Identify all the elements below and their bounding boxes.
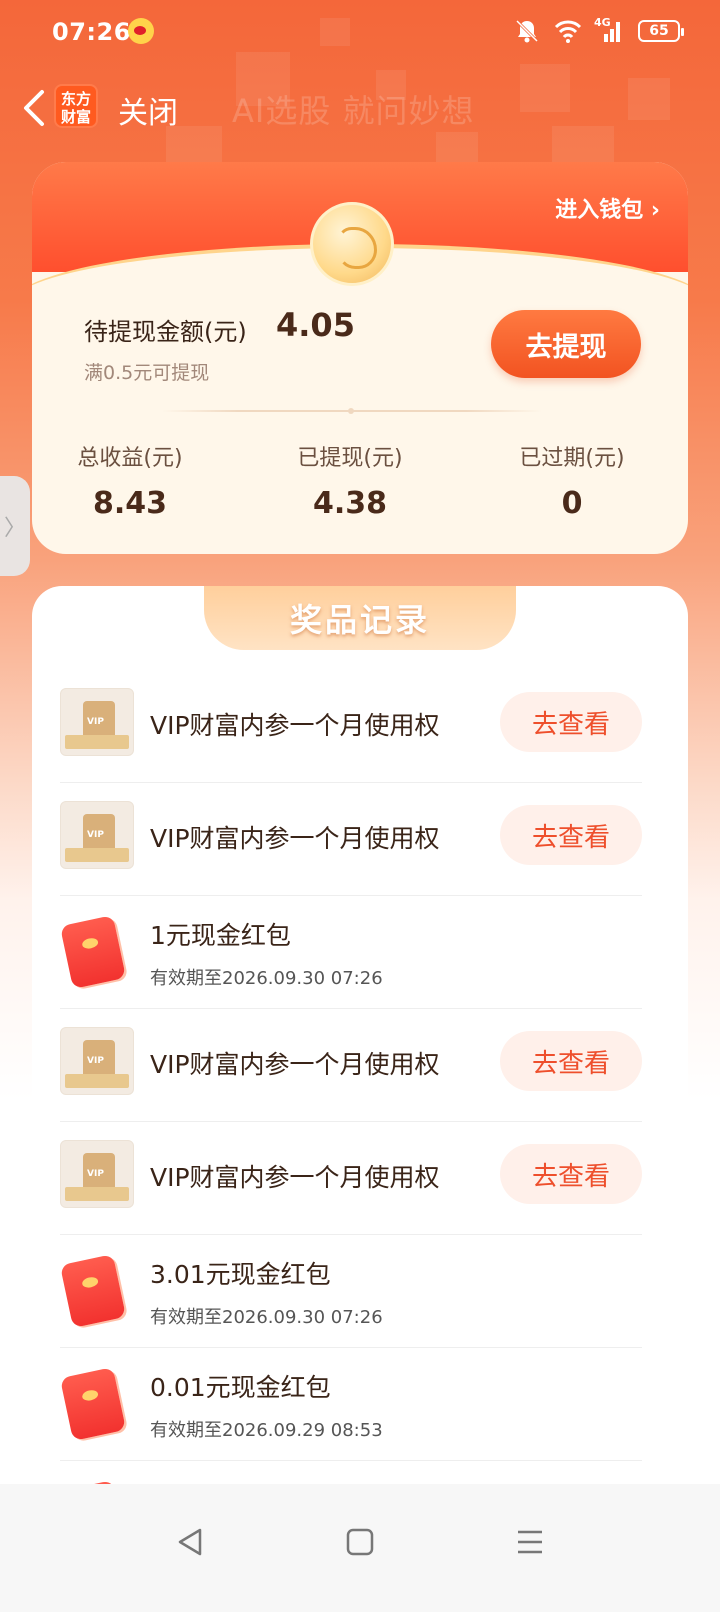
back-button[interactable]	[18, 88, 52, 128]
prize-expiry: 有效期至2026.09.29 08:53	[150, 1420, 383, 1441]
app-logo: 东方财富	[54, 84, 98, 128]
prize-row: 3.01元现金红包 有效期至2026.09.30 07:26	[59, 1235, 642, 1348]
vip-report-thumbnail	[60, 1140, 134, 1208]
close-button[interactable]: 关闭	[118, 88, 178, 132]
vip-report-thumbnail	[60, 801, 134, 869]
system-navigation-bar	[0, 1484, 720, 1612]
stat-withdrawn: 已提现(元) 4.38	[250, 440, 450, 521]
stat-label: 已提现(元)	[297, 446, 403, 471]
enter-wallet-link[interactable]: 进入钱包 ›	[555, 192, 660, 224]
coin-icon	[310, 202, 394, 286]
prize-row: VIP财富内参一个月使用权 去查看	[60, 783, 642, 896]
red-envelope-icon	[59, 1367, 127, 1441]
vip-report-thumbnail	[60, 688, 134, 756]
red-envelope-icon	[59, 915, 127, 989]
network-type-label: 4G	[594, 16, 611, 29]
stat-total-earnings: 总收益(元) 8.43	[32, 440, 230, 521]
stat-value: 8.43	[92, 486, 168, 521]
wallet-card: 进入钱包 › 待提现金额(元) 4.05 满0.5元可提现 去提现 总收益(元)…	[32, 162, 688, 554]
prize-expiry: 有效期至2026.09.30 07:26	[150, 1307, 383, 1328]
divider	[162, 408, 542, 414]
pending-amount-label: 待提现金额(元)	[84, 318, 247, 346]
prize-row: VIP财富内参一个月使用权 去查看	[60, 1122, 642, 1235]
prize-title: VIP财富内参一个月使用权	[150, 824, 440, 853]
chevron-right-icon: ›	[650, 198, 660, 223]
prize-title: VIP财富内参一个月使用权	[150, 711, 440, 740]
battery-indicator: 65	[638, 20, 684, 42]
background-decor	[436, 132, 478, 162]
pending-amount-value: 4.05	[276, 306, 355, 344]
chevron-left-icon	[24, 90, 44, 126]
stat-label: 已过期(元)	[519, 446, 625, 471]
vip-report-thumbnail	[60, 1027, 134, 1095]
status-time: 07:26	[52, 18, 131, 46]
home-square-icon[interactable]	[340, 1522, 380, 1562]
weibo-icon	[128, 18, 154, 44]
enter-wallet-label: 进入钱包	[555, 198, 644, 223]
prize-title: VIP财富内参一个月使用权	[150, 1163, 440, 1192]
prize-title: 3.01元现金红包	[150, 1260, 331, 1289]
prize-title: 1元现金红包	[150, 921, 291, 950]
prize-row: 0.01元现金红包 有效期至2026.09.29 08:53	[59, 1348, 642, 1461]
view-prize-button[interactable]: 去查看	[500, 1144, 642, 1204]
prize-records-title: 奖品记录	[204, 586, 516, 650]
prize-title: 0.01元现金红包	[150, 1373, 331, 1402]
prize-expiry: 有效期至2026.09.30 07:26	[150, 968, 383, 989]
menu-lines-icon[interactable]	[510, 1522, 550, 1562]
background-decor	[166, 126, 222, 166]
prize-row: VIP财富内参一个月使用权 去查看	[60, 1009, 642, 1122]
withdraw-threshold-note: 满0.5元可提现	[84, 362, 210, 384]
status-icons: 4G 65	[514, 16, 684, 46]
mute-bell-icon	[514, 18, 540, 44]
stat-value: 0	[561, 486, 583, 521]
stat-expired: 已过期(元) 0	[472, 440, 672, 521]
view-prize-button[interactable]: 去查看	[500, 805, 642, 865]
cellular-signal-icon: 4G	[594, 16, 624, 44]
prize-records-card: 奖品记录 VIP财富内参一个月使用权 去查看 VIP财富内参一个月使用权 去查看…	[32, 586, 688, 1506]
background-decor	[628, 78, 670, 120]
wifi-icon	[554, 18, 582, 44]
prize-row: 1元现金红包 有效期至2026.09.30 07:26	[59, 896, 642, 1009]
stat-value: 4.38	[312, 486, 388, 521]
view-prize-button[interactable]: 去查看	[500, 1031, 642, 1091]
side-drawer-handle[interactable]: 〉	[0, 476, 30, 576]
status-bar: 07:26 4G 65	[0, 0, 720, 66]
background-decor	[552, 126, 614, 162]
view-prize-button[interactable]: 去查看	[500, 692, 642, 752]
background-decor	[520, 64, 570, 112]
stat-label: 总收益(元)	[77, 446, 183, 471]
withdraw-button[interactable]: 去提现	[491, 310, 641, 378]
prize-row: VIP财富内参一个月使用权 去查看	[60, 670, 642, 783]
header-watermark: AI选股 就问妙想	[232, 92, 475, 130]
red-envelope-icon	[59, 1254, 127, 1328]
prize-title: VIP财富内参一个月使用权	[150, 1050, 440, 1079]
back-triangle-icon[interactable]	[170, 1522, 210, 1562]
